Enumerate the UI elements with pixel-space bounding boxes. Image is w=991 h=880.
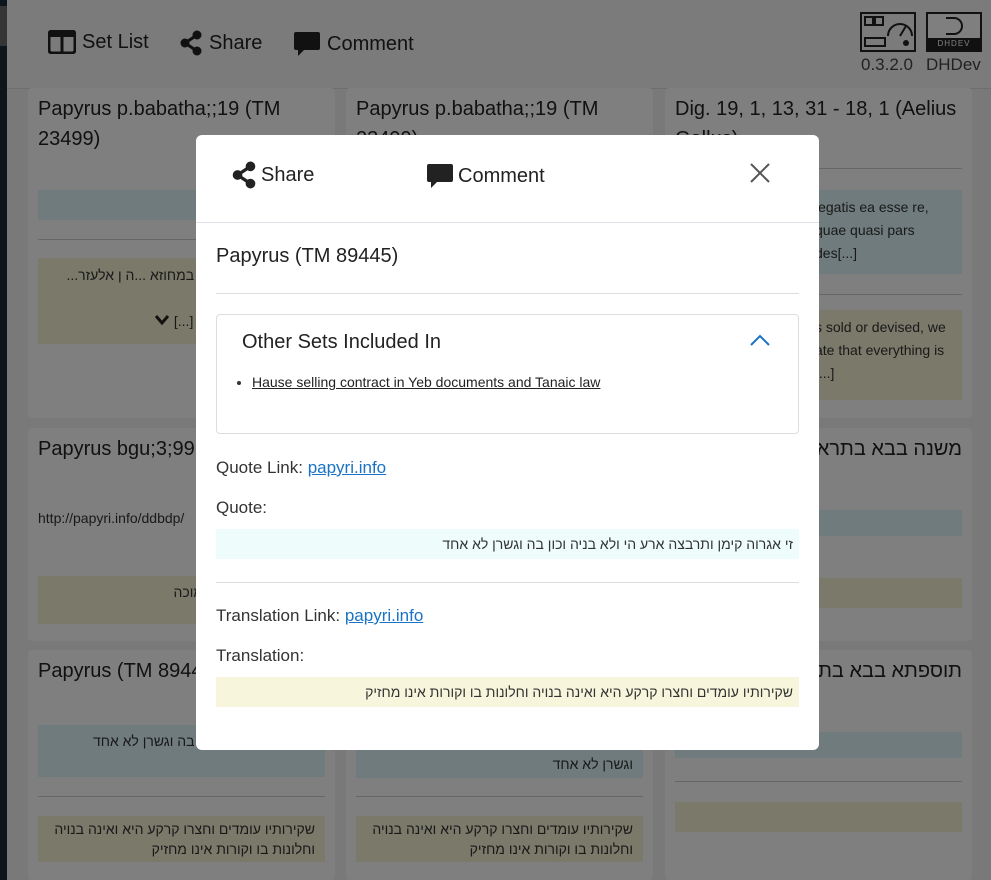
sets-list: Hause selling contract in Yeb documents … bbox=[252, 374, 600, 390]
detail-modal: Share Comment Papyrus (TM 89445) Other S… bbox=[196, 135, 819, 750]
other-sets-accordion: Other Sets Included In Hause selling con… bbox=[216, 314, 799, 434]
modal-divider bbox=[216, 582, 799, 583]
translation-link[interactable]: papyri.info bbox=[345, 606, 423, 625]
accordion-title: Other Sets Included In bbox=[242, 331, 442, 353]
close-button[interactable] bbox=[748, 161, 772, 185]
modal-share-button[interactable]: Share bbox=[231, 161, 314, 189]
quote-text: זי אגרוה קימן ותרבצה ארע הי ולא בניה וכו… bbox=[216, 529, 799, 559]
chevron-up-icon bbox=[750, 334, 770, 346]
quote-link-row: Quote Link: papyri.info bbox=[216, 458, 386, 478]
list-item: Hause selling contract in Yeb documents … bbox=[252, 374, 600, 390]
set-link[interactable]: Hause selling contract in Yeb documents … bbox=[252, 374, 600, 390]
quote-link-label: Quote Link: bbox=[216, 458, 303, 477]
quote-link[interactable]: papyri.info bbox=[308, 458, 386, 477]
translation-label: Translation: bbox=[216, 646, 305, 665]
share-icon bbox=[232, 161, 256, 189]
accordion-header[interactable]: Other Sets Included In bbox=[217, 315, 798, 365]
modal-comment-button[interactable]: Comment bbox=[426, 161, 545, 191]
close-icon bbox=[750, 163, 770, 183]
modal-share-label: Share bbox=[261, 163, 315, 186]
modal-title: Papyrus (TM 89445) bbox=[216, 245, 399, 267]
translation-link-label: Translation Link: bbox=[216, 606, 341, 625]
modal-header: Share Comment bbox=[196, 135, 819, 223]
quote-label: Quote: bbox=[216, 498, 268, 517]
modal-divider bbox=[216, 293, 799, 294]
comment-icon bbox=[427, 164, 453, 188]
modal-comment-label: Comment bbox=[458, 164, 545, 187]
translation-text: שקירותיו עומדים וחצרו קרקע היא ואינה בנו… bbox=[216, 677, 799, 707]
translation-link-row: Translation Link: papyri.info bbox=[216, 606, 423, 626]
